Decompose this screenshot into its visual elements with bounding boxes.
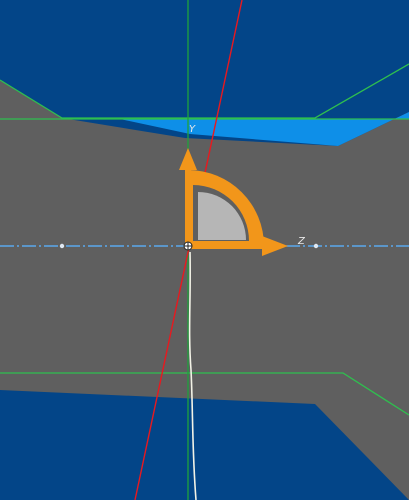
vertical-axis-label: Y (189, 124, 196, 135)
horizontal-axis-label: Z (297, 236, 306, 247)
pivot-origin-icon[interactable] (183, 241, 193, 251)
3d-viewport[interactable]: Z Y (0, 0, 409, 500)
viewport-canvas[interactable]: Z Y (0, 0, 409, 500)
